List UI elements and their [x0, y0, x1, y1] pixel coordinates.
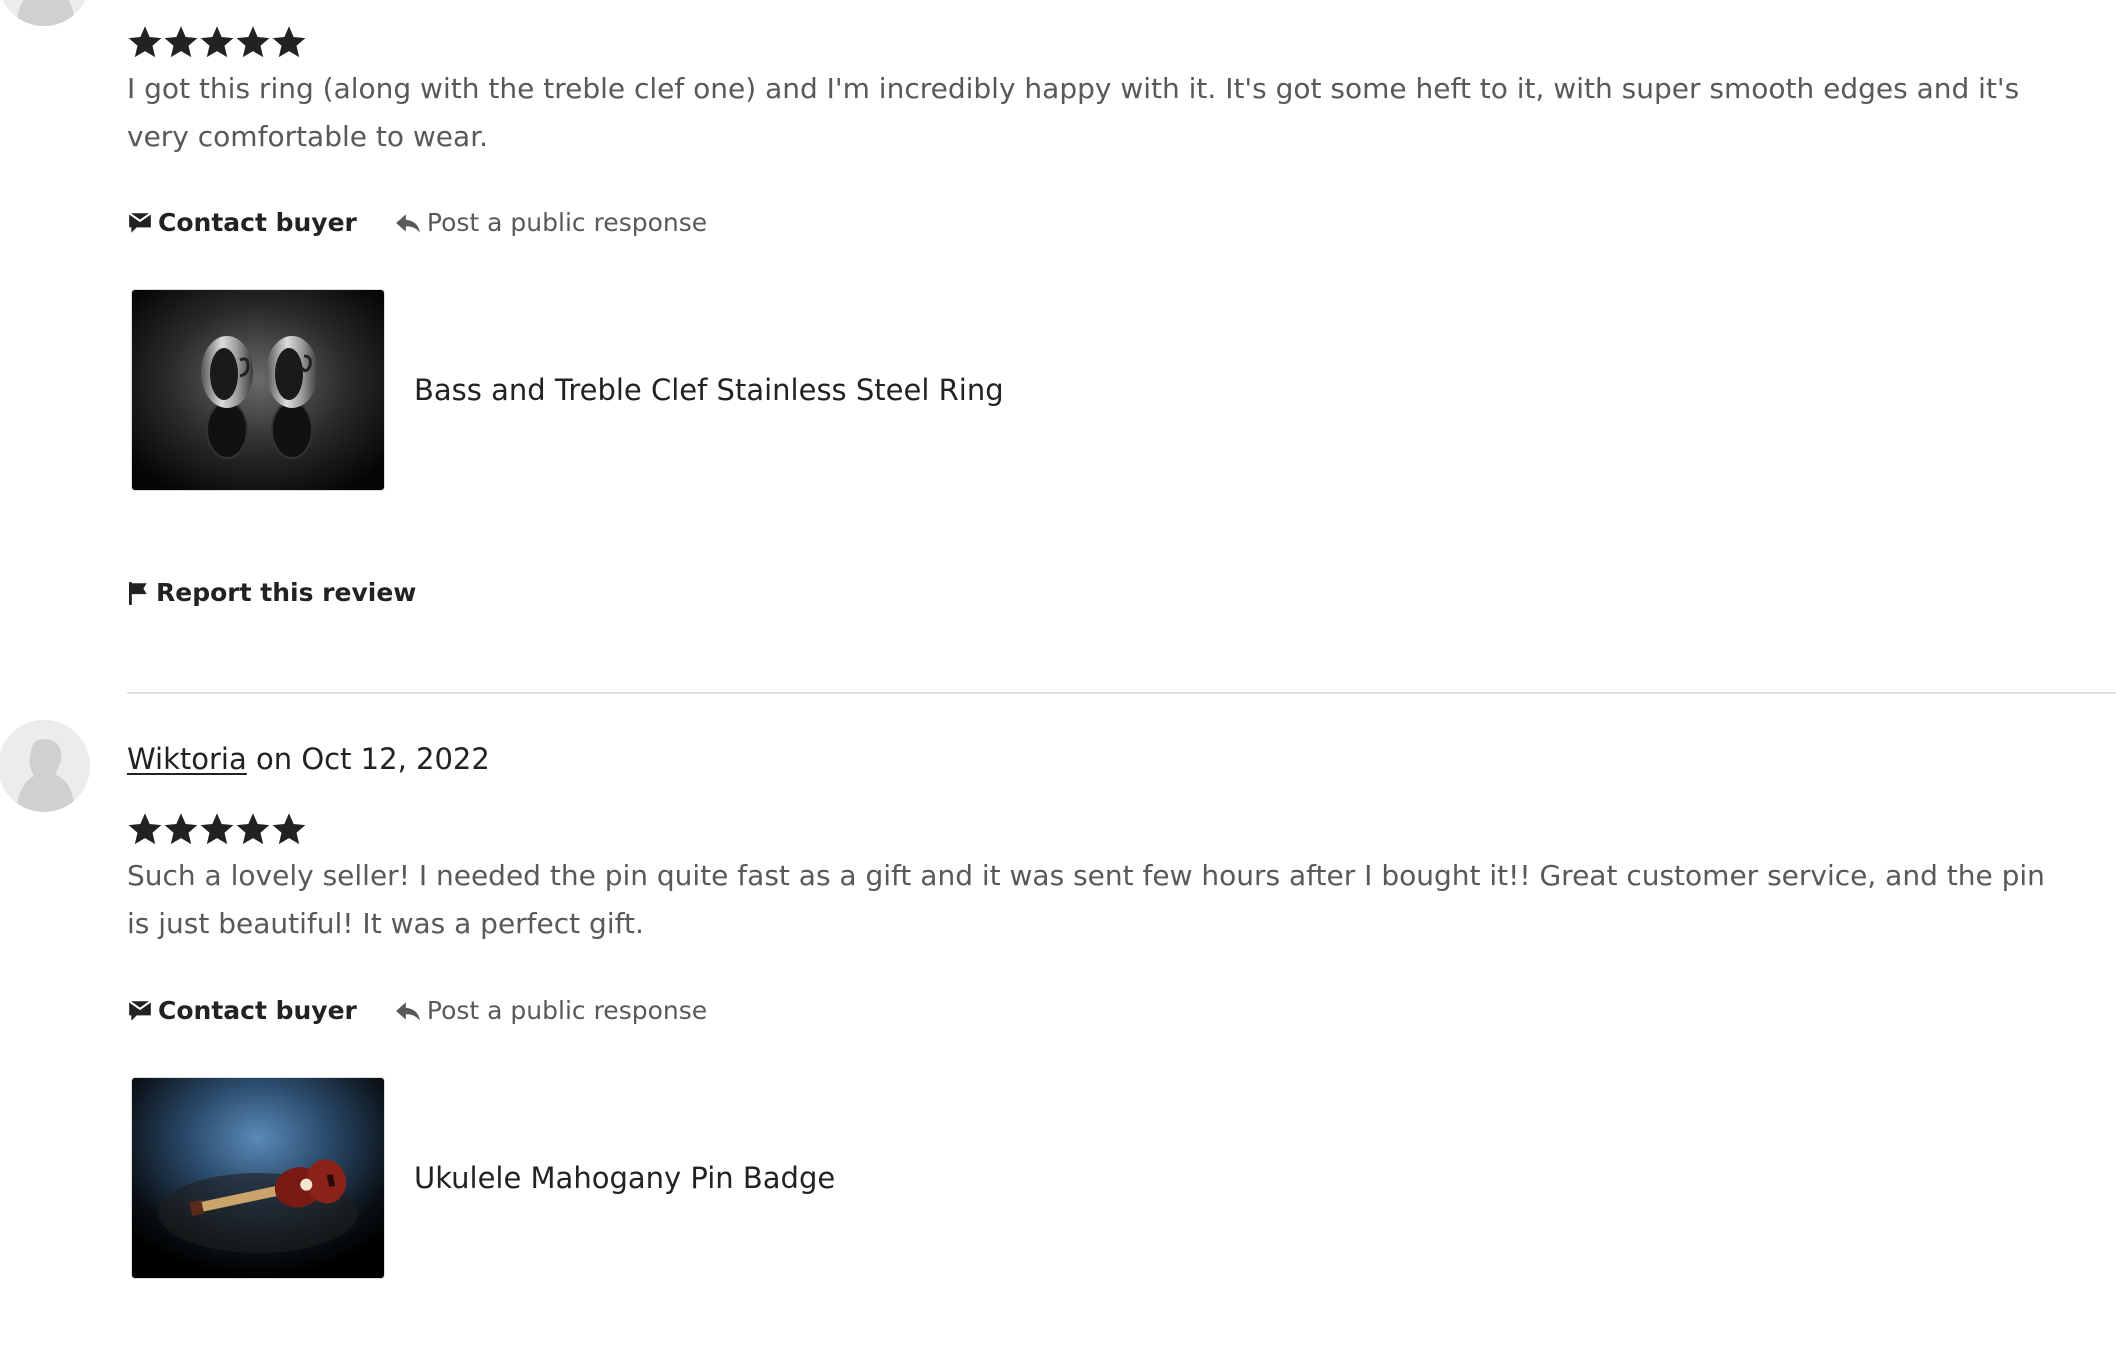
ukulele-product-image: [132, 1078, 384, 1278]
review-text: I got this ring (along with the treble c…: [127, 72, 2020, 153]
product-thumbnail: [132, 290, 384, 490]
person-silhouette-icon: [0, 720, 90, 812]
report-review-button[interactable]: Report this review: [127, 578, 416, 607]
star-icon: [200, 813, 234, 845]
review-actions: Contact buyer Post a public response: [127, 208, 707, 237]
star-icon: [272, 26, 306, 58]
purchased-item-link[interactable]: Ukulele Mahogany Pin Badge: [132, 1078, 835, 1278]
star-rating: [127, 810, 307, 850]
ring-product-image: [132, 290, 384, 490]
post-public-response-button[interactable]: Post a public response: [395, 208, 707, 237]
contact-buyer-label: Contact buyer: [158, 996, 357, 1025]
reviews-page: I got this ring (along with the treble c…: [0, 0, 2116, 1354]
chat-bubble-icon: [128, 211, 152, 233]
star-icon: [164, 26, 198, 58]
star-icon: [236, 26, 270, 58]
post-public-response-label: Post a public response: [426, 208, 708, 237]
person-silhouette-icon: [0, 0, 90, 26]
product-thumbnail: [132, 1078, 384, 1278]
contact-buyer-button[interactable]: Contact buyer: [127, 208, 357, 237]
flag-icon: [129, 581, 147, 605]
star-icon: [164, 813, 198, 845]
report-review-label: Report this review: [156, 578, 417, 607]
contact-buyer-label: Contact buyer: [158, 208, 357, 237]
review-date: on Oct 12, 2022: [246, 742, 490, 776]
reviewer-line: Wiktoria on Oct 12, 2022: [127, 742, 490, 776]
product-title: Ukulele Mahogany Pin Badge: [414, 1161, 836, 1195]
purchased-item-link[interactable]: Bass and Treble Clef Stainless Steel Rin…: [132, 290, 1004, 490]
avatar: [0, 720, 90, 812]
review-divider: [127, 692, 2116, 694]
star-icon: [200, 26, 234, 58]
star-icon: [128, 26, 162, 58]
star-icon: [128, 813, 162, 845]
contact-buyer-button[interactable]: Contact buyer: [127, 996, 357, 1025]
star-icon: [236, 813, 270, 845]
review-actions: Contact buyer Post a public response: [127, 996, 707, 1025]
review-text: Such a lovely seller! I needed the pin q…: [127, 859, 2045, 940]
post-public-response-button[interactable]: Post a public response: [395, 996, 707, 1025]
post-public-response-label: Post a public response: [426, 996, 708, 1025]
star-icon: [272, 813, 306, 845]
chat-bubble-icon: [128, 999, 152, 1021]
avatar: [0, 0, 90, 26]
reply-arrow-icon: [395, 213, 420, 233]
star-rating: [127, 23, 307, 63]
reviewer-name-link[interactable]: Wiktoria: [127, 742, 247, 776]
product-title: Bass and Treble Clef Stainless Steel Rin…: [414, 373, 1004, 407]
reply-arrow-icon: [395, 1001, 420, 1021]
